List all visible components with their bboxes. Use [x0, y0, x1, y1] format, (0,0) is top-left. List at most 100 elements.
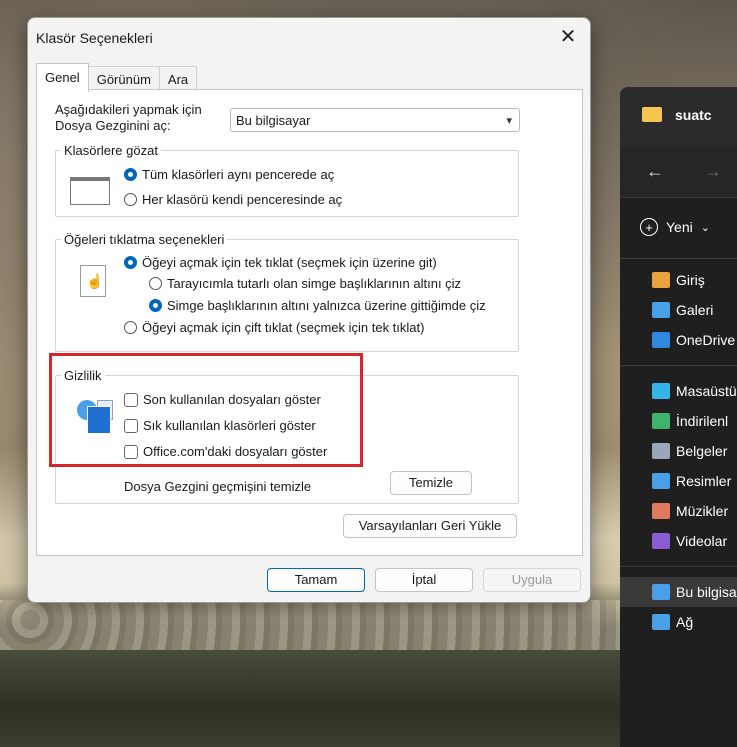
checkbox[interactable] [124, 392, 138, 407]
checkbox-recent-files[interactable]: Son kullanılan dosyaları göster [124, 392, 321, 407]
radio-same-window[interactable]: Tüm klasörleri aynı pencerede aç [124, 167, 334, 182]
sidebar-item-cloud[interactable]: OneDrive [620, 325, 737, 355]
radio-single-click[interactable]: Öğeyi açmak için tek tıklat (seçmek için… [124, 255, 437, 270]
radio-button-selected[interactable] [149, 299, 162, 312]
checkbox-recent-files-label: Son kullanılan dosyaları göster [143, 392, 321, 407]
desktop-icon [652, 383, 670, 399]
ok-button[interactable]: Tamam [267, 568, 365, 592]
click-items-legend: Öğeleri tıklatma seçenekleri [64, 232, 225, 247]
sidebar-item-home[interactable]: Giriş [620, 265, 737, 295]
nav-divider [620, 365, 737, 366]
open-explorer-value: Bu bilgisayar [236, 113, 311, 128]
sidebar-item-label: Belgeler [676, 443, 728, 459]
privacy-icon [77, 398, 113, 434]
tab-strip: Genel Görünüm Ara [36, 63, 198, 92]
checkbox[interactable] [124, 444, 138, 459]
explorer-toolbar: + Yeni ⌄ [620, 198, 737, 259]
sidebar-item-label: Müzikler [676, 503, 729, 519]
sidebar-item-label: Bu bilgisa [676, 584, 737, 600]
click-items-group: Öğeleri tıklatma seçenekleri ☝ Öğeyi açm… [55, 232, 519, 352]
tab-general[interactable]: Genel [36, 63, 89, 92]
sidebar-item-network[interactable]: Ağ [620, 607, 737, 637]
sidebar-item-label: Galeri [676, 302, 714, 318]
explorer-nav-bar: ← → [620, 147, 737, 198]
back-arrow-icon[interactable]: ← [646, 161, 664, 182]
tab-search[interactable]: Ara [158, 66, 198, 91]
chevron-down-icon: ▾ [506, 115, 512, 127]
general-tab-panel: Aşağıdakileri yapmak için Dosya Gezginin… [36, 89, 583, 556]
radio-underline-browser-label: Tarayıcımla tutarlı olan simge başlıklar… [167, 276, 462, 291]
radio-button-selected[interactable] [124, 168, 137, 181]
clear-history-button[interactable]: Temizle [390, 471, 472, 495]
radio-underline-hover[interactable]: Simge başlıklarının altını yalnızca üzer… [149, 298, 486, 313]
checkbox-office-files[interactable]: Office.com'daki dosyaları göster [124, 444, 327, 459]
sidebar-item-label: Masaüstü [676, 383, 737, 399]
radio-same-window-label: Tüm klasörleri aynı pencerede aç [142, 167, 335, 182]
restore-defaults-button[interactable]: Varsayılanları Geri Yükle [343, 514, 517, 538]
checkbox-frequent-folders-label: Sık kullanılan klasörleri göster [143, 418, 316, 433]
chevron-down-icon: ⌄ [700, 221, 710, 234]
pictures-icon [652, 473, 670, 489]
sidebar-item-computer[interactable]: Bu bilgisa [620, 577, 737, 607]
clear-history-label: Dosya Gezgini geçmişini temizle [124, 479, 312, 494]
sidebar-item-label: Resimler [676, 473, 732, 489]
browse-folders-legend: Klasörlere gözat [64, 143, 158, 158]
sidebar-item-download[interactable]: İndirilenl [620, 406, 737, 436]
radio-underline-hover-label: Simge başlıklarının altını yalnızca üzer… [167, 298, 486, 313]
window-icon [70, 177, 110, 205]
radio-double-click[interactable]: Öğeyi açmak için çift tıklat (seçmek içi… [124, 320, 424, 335]
explorer-title-bar: suatc [620, 87, 737, 147]
open-explorer-select[interactable]: Bu bilgisayar ▾ [230, 108, 520, 132]
sidebar-item-label: Giriş [676, 272, 705, 288]
computer-icon [652, 584, 670, 600]
checkbox-office-files-label: Office.com'daki dosyaları göster [143, 444, 328, 459]
browse-folders-group: Klasörlere gözat Tüm klasörleri aynı pen… [55, 143, 519, 217]
cancel-button[interactable]: İptal [375, 568, 473, 592]
sidebar-item-gallery[interactable]: Galeri [620, 295, 737, 325]
tab-view[interactable]: Görünüm [87, 66, 160, 91]
file-explorer-window: suatc ← → + Yeni ⌄ Giriş Galeri OneDrive M… [620, 87, 737, 747]
sidebar-item-desktop[interactable]: Masaüstü [620, 376, 737, 406]
videos-icon [652, 533, 670, 549]
folder-icon [642, 107, 662, 122]
sidebar-item-label: Ağ [676, 614, 694, 630]
sidebar-item-music[interactable]: Müzikler [620, 496, 737, 526]
cloud-icon [652, 332, 670, 348]
radio-own-window[interactable]: Her klasörü kendi penceresinde aç [124, 192, 342, 207]
sidebar-item-pictures[interactable]: Resimler [620, 466, 737, 496]
forward-arrow-icon[interactable]: → [704, 161, 722, 182]
home-icon [652, 272, 670, 288]
checkbox-frequent-folders[interactable]: Sık kullanılan klasörleri göster [124, 418, 316, 433]
privacy-group: Gizlilik Son kullanılan dosyaları göster… [55, 368, 519, 504]
checkbox[interactable] [124, 418, 138, 433]
new-button[interactable]: + Yeni ⌄ [640, 218, 710, 236]
sidebar-item-label: OneDrive [676, 332, 736, 348]
radio-button-selected[interactable] [124, 256, 137, 269]
open-explorer-label: Aşağıdakileri yapmak için Dosya Gezginin… [55, 102, 202, 133]
radio-button[interactable] [124, 321, 137, 334]
explorer-tab-title[interactable]: suatc [675, 107, 712, 123]
apply-button[interactable]: Uygula [483, 568, 581, 592]
music-icon [652, 503, 670, 519]
close-icon[interactable]: ✕ [556, 25, 580, 49]
radio-button[interactable] [124, 193, 137, 206]
network-icon [652, 614, 670, 630]
radio-own-window-label: Her klasörü kendi penceresinde aç [142, 192, 343, 207]
download-icon [652, 413, 670, 429]
sidebar-item-documents[interactable]: Belgeler [620, 436, 737, 466]
documents-icon [652, 443, 670, 459]
sidebar-item-label: Videolar [676, 533, 728, 549]
radio-underline-browser[interactable]: Tarayıcımla tutarlı olan simge başlıklar… [149, 276, 461, 291]
gallery-icon [652, 302, 670, 318]
sidebar-item-label: İndirilenl [676, 413, 729, 429]
radio-button[interactable] [149, 277, 162, 290]
nav-divider [620, 566, 737, 567]
radio-double-click-label: Öğeyi açmak için çift tıklat (seçmek içi… [142, 320, 425, 335]
radio-single-click-label: Öğeyi açmak için tek tıklat (seçmek için… [142, 255, 437, 270]
plus-icon: + [640, 218, 658, 236]
single-click-icon: ☝ [80, 265, 106, 297]
new-button-label: Yeni [666, 219, 693, 235]
sidebar-item-videos[interactable]: Videolar [620, 526, 737, 556]
folder-options-dialog: Klasör Seçenekleri ✕ Genel Görünüm Ara A… [27, 17, 591, 603]
navigation-pane: Giriş Galeri OneDrive Masaüstü İndirilenl Be… [620, 265, 737, 637]
